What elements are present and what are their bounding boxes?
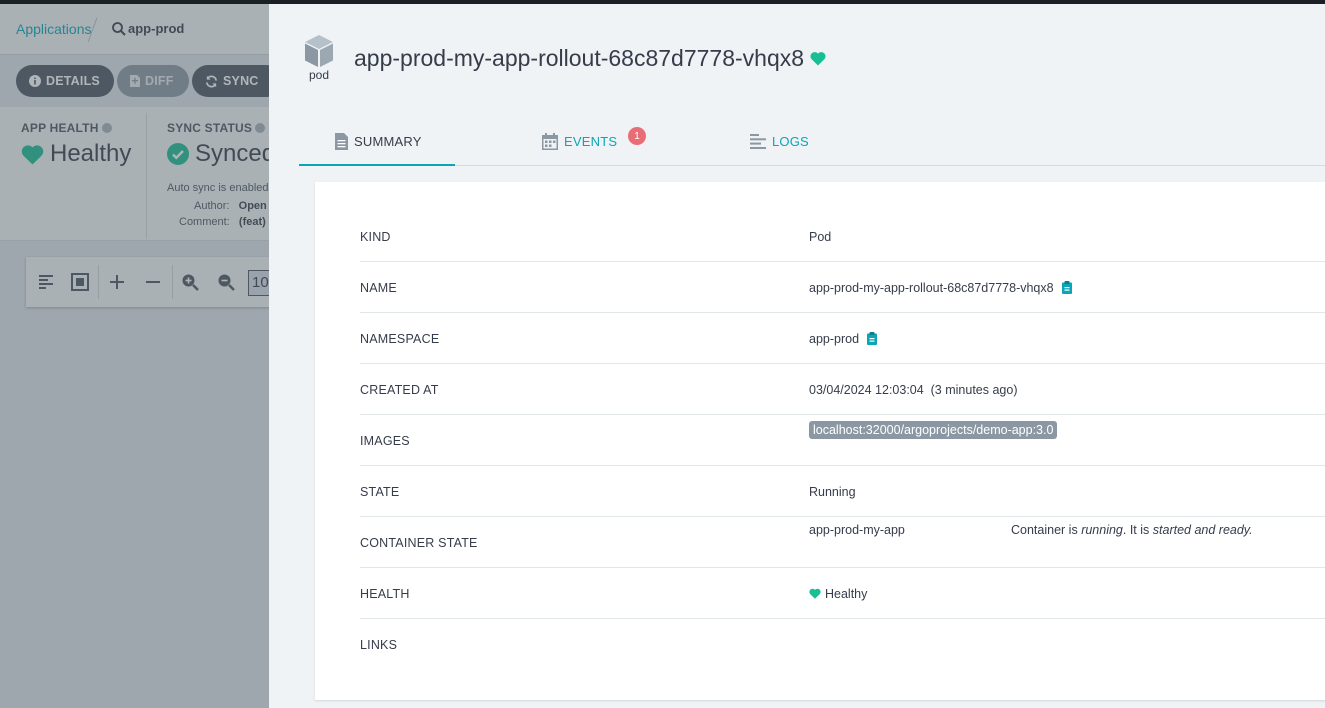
image-tag: localhost:32000/argoprojects/demo-app:3.… xyxy=(809,421,1058,439)
row-value: app-prod-my-app Container is running. It… xyxy=(809,517,1325,568)
summary-row-container-state: CONTAINER STATE app-prod-my-app Containe… xyxy=(360,517,1325,568)
health-status-text: Healthy xyxy=(825,586,868,601)
row-key: LINKS xyxy=(360,637,398,652)
summary-row-health: HEALTH Healthy xyxy=(360,568,1325,619)
clipboard-icon[interactable] xyxy=(1061,281,1072,294)
container-name: app-prod-my-app xyxy=(809,523,905,537)
row-value: Pod xyxy=(809,229,832,244)
details-tabs: SUMMARY EVENTS 1 LOGS xyxy=(299,116,1325,166)
row-key: HEALTH xyxy=(360,586,410,601)
row-value: localhost:32000/argoprojects/demo-app:3.… xyxy=(809,415,1058,466)
summary-card: KIND Pod NAME app-prod-my-app-rollout-68… xyxy=(315,182,1325,700)
row-key: CONTAINER STATE xyxy=(360,535,478,550)
row-key: IMAGES xyxy=(360,433,410,448)
row-value: app-prod xyxy=(809,313,878,364)
resource-name-value: app-prod-my-app-rollout-68c87d7778-vhqx8 xyxy=(809,280,1054,295)
tab-events[interactable]: EVENTS xyxy=(542,116,617,166)
cube-icon xyxy=(305,35,333,67)
tab-summary-label: SUMMARY xyxy=(354,133,422,149)
heart-icon xyxy=(810,52,826,66)
resource-name: app-prod-my-app-rollout-68c87d7778-vhqx8 xyxy=(354,45,805,71)
document-icon xyxy=(335,132,348,150)
row-value: Healthy xyxy=(809,568,867,619)
events-count-badge: 1 xyxy=(628,127,646,145)
container-state-message: Container is running. It is started and … xyxy=(1011,523,1253,537)
resource-details-panel: pod app-prod-my-app-rollout-68c87d7778-v… xyxy=(269,4,1325,708)
row-key: NAMESPACE xyxy=(360,331,440,346)
application-page: Applications app-prod DETAILS DIFF SYNC … xyxy=(0,4,269,708)
row-value: app-prod-my-app-rollout-68c87d7778-vhqx8 xyxy=(809,262,1072,313)
tab-summary[interactable]: SUMMARY xyxy=(335,116,422,166)
summary-row-images: IMAGES localhost:32000/argoprojects/demo… xyxy=(360,415,1325,466)
row-value: Running xyxy=(809,484,856,499)
row-key: NAME xyxy=(360,280,397,295)
modal-backdrop[interactable] xyxy=(0,4,269,708)
resource-title: app-prod-my-app-rollout-68c87d7778-vhqx8 xyxy=(354,45,826,72)
summary-row-state: STATE Running xyxy=(360,466,1325,517)
align-left-icon xyxy=(750,133,766,149)
clipboard-icon[interactable] xyxy=(867,332,878,345)
namespace-value: app-prod xyxy=(809,331,860,346)
summary-row-created-at: CREATED AT 03/04/2024 12:03:04 (3 minute… xyxy=(360,364,1325,415)
heart-icon xyxy=(809,588,821,599)
row-key: CREATED AT xyxy=(360,382,439,397)
row-value: 03/04/2024 12:03:04 (3 minutes ago) xyxy=(809,382,1018,397)
summary-row-links: LINKS xyxy=(360,619,1325,670)
row-key: KIND xyxy=(360,229,391,244)
summary-row-namespace: NAMESPACE app-prod xyxy=(360,313,1325,364)
tab-logs[interactable]: LOGS xyxy=(750,116,809,166)
tab-events-label: EVENTS xyxy=(564,133,618,149)
resource-kind-caption: pod xyxy=(308,68,330,82)
row-key: STATE xyxy=(360,484,400,499)
calendar-icon xyxy=(542,132,558,150)
summary-row-kind: KIND Pod xyxy=(360,211,1325,262)
window-top-strip xyxy=(0,0,1325,4)
tab-logs-label: LOGS xyxy=(772,133,809,149)
active-tab-indicator xyxy=(299,164,455,166)
summary-row-name: NAME app-prod-my-app-rollout-68c87d7778-… xyxy=(360,262,1325,313)
